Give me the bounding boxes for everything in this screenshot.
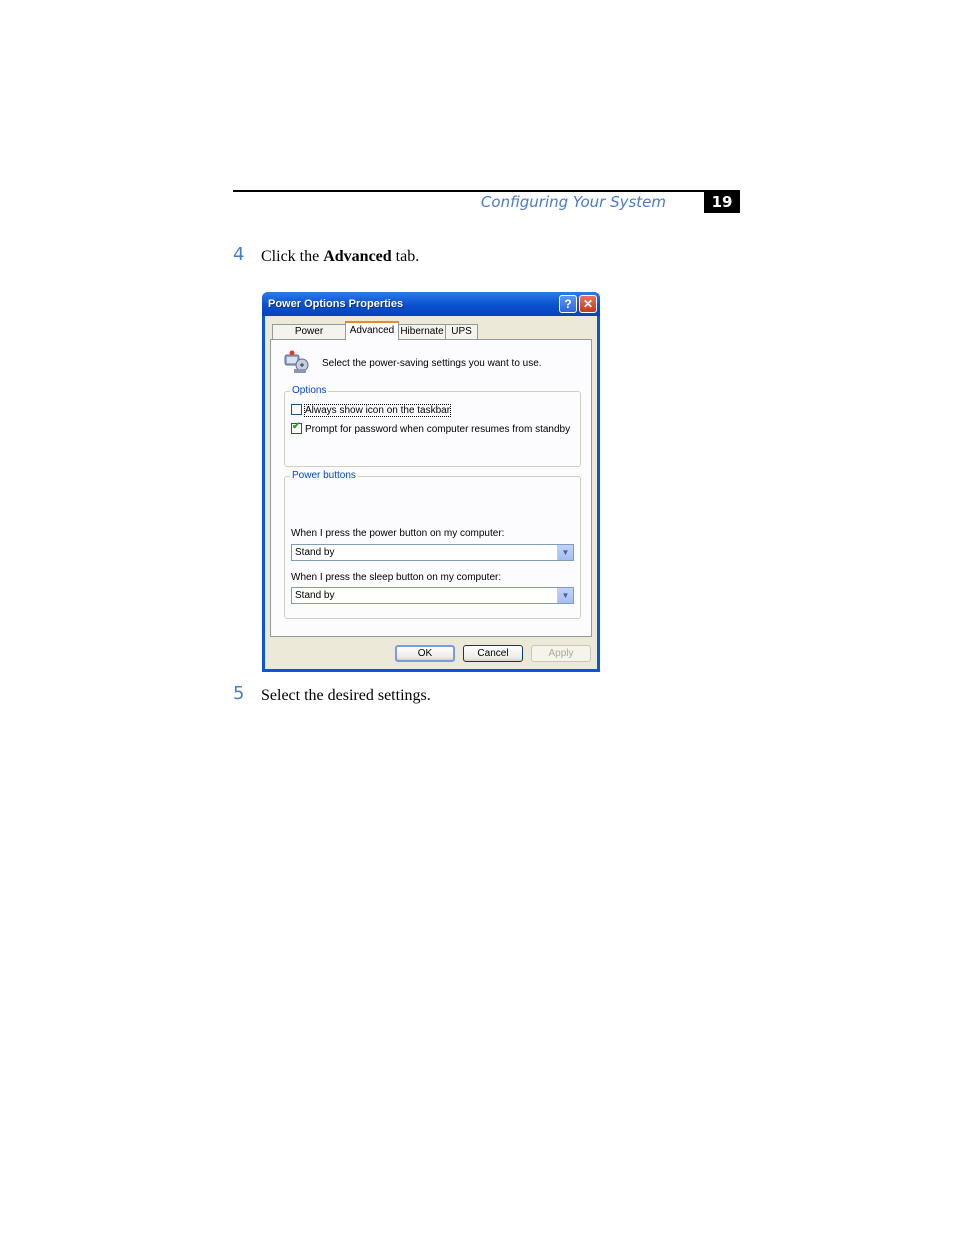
power-settings-icon [284, 350, 309, 373]
apply-button[interactable]: Apply [531, 645, 591, 662]
tab-advanced[interactable]: Advanced [345, 321, 399, 340]
tab-hibernate[interactable]: Hibernate [398, 324, 446, 339]
prompt-password-checkbox[interactable]: ✔ [291, 421, 302, 434]
dialog-title: Power Options Properties [268, 298, 404, 310]
sleep-button-value: Stand by [295, 590, 335, 601]
show-icon-checkbox[interactable] [291, 404, 302, 415]
power-buttons-group-label: Power buttons [290, 470, 358, 481]
sleep-button-dropdown[interactable]: Stand by ▼ [291, 587, 574, 604]
ok-button[interactable]: OK [395, 645, 455, 662]
chevron-down-icon[interactable]: ▼ [557, 545, 573, 560]
step-text: Select the desired settings. [261, 687, 431, 704]
show-icon-label[interactable]: Always show icon on the taskbar [303, 404, 452, 417]
step-number: 5 [233, 683, 245, 704]
dialog-client-area: Power Schemes Advanced Hibernate UPS Sel… [265, 316, 597, 669]
show-icon-checkbox-row[interactable]: Always show icon on the taskbar [291, 404, 452, 417]
header-rule [233, 190, 740, 192]
title-bar[interactable]: Power Options Properties ? ✕ [262, 292, 600, 316]
cancel-button[interactable]: Cancel [463, 645, 523, 662]
power-button-dropdown[interactable]: Stand by ▼ [291, 544, 574, 561]
advanced-tab-panel: Select the power-saving settings you wan… [270, 339, 592, 637]
close-button[interactable]: ✕ [579, 295, 597, 313]
sleep-button-label: When I press the sleep button on my comp… [291, 572, 502, 583]
step-text: Click the Advanced tab. [261, 248, 420, 265]
options-group: Options Always show icon on the taskbar … [284, 385, 581, 467]
page-number: 19 [704, 191, 740, 213]
prompt-password-label[interactable]: Prompt for password when computer resume… [305, 424, 570, 435]
options-group-label: Options [290, 385, 329, 396]
help-button[interactable]: ? [559, 295, 577, 313]
power-button-value: Stand by [295, 547, 335, 558]
step-number: 4 [233, 244, 245, 265]
intro-text: Select the power-saving settings you wan… [322, 358, 542, 369]
power-buttons-group: Power buttons When I press the power but… [284, 470, 581, 619]
power-options-dialog: Power Options Properties ? ✕ Power Schem… [262, 292, 600, 672]
checkmark-icon: ✔ [292, 421, 301, 432]
tab-power-schemes[interactable]: Power Schemes [272, 324, 346, 351]
running-head: Configuring Your System [480, 193, 666, 211]
chevron-down-icon[interactable]: ▼ [557, 588, 573, 603]
prompt-password-checkbox-row[interactable]: ✔ Prompt for password when computer resum… [291, 421, 570, 435]
tab-ups[interactable]: UPS [445, 324, 478, 339]
power-button-label: When I press the power button on my comp… [291, 528, 505, 539]
